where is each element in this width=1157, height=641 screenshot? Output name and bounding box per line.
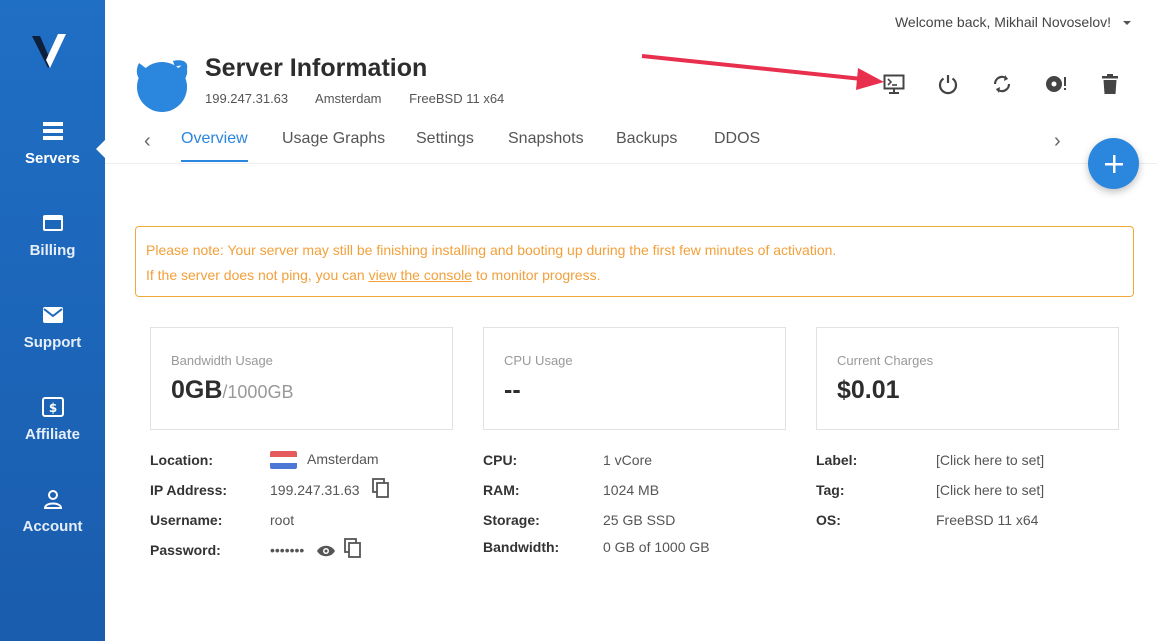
- server-os: FreeBSD 11 x64: [409, 91, 505, 106]
- sidebar-item-account[interactable]: Account: [0, 488, 105, 536]
- detail-value: 25 GB SSD: [603, 512, 676, 528]
- netherlands-flag-icon: [270, 451, 297, 470]
- detail-key: Bandwidth:: [483, 539, 560, 555]
- server-location: Amsterdam: [315, 91, 382, 106]
- notice-text: to monitor progress.: [472, 267, 601, 283]
- notice-text: If the server does not ping, you can: [146, 267, 369, 283]
- sidebar-item-servers[interactable]: Servers: [0, 120, 105, 168]
- detail-key: Username:: [150, 512, 223, 528]
- charges-card: Current Charges $0.01: [816, 327, 1119, 430]
- account-icon: [43, 490, 62, 509]
- plus-icon: [1104, 154, 1123, 173]
- cpu-card: CPU Usage --: [483, 327, 786, 430]
- caret-down-icon: [1123, 21, 1131, 26]
- freebsd-icon: [136, 60, 188, 112]
- console-icon: [883, 74, 905, 94]
- sidebar-item-label: Support: [23, 334, 82, 351]
- detail-value: FreeBSD 11 x64: [936, 512, 1039, 528]
- sidebar: Servers Billing Support $ Affiliate Acco…: [0, 0, 105, 641]
- copy-icon[interactable]: [344, 538, 362, 559]
- detail-key: Tag:: [816, 482, 845, 498]
- copy-icon[interactable]: [371, 478, 390, 499]
- detail-value: Amsterdam: [270, 451, 379, 470]
- detail-value: root: [270, 512, 295, 528]
- power-icon: [938, 75, 958, 95]
- support-icon: [42, 307, 63, 323]
- bandwidth-link[interactable]: 0 GB of 1000 GB: [603, 539, 710, 555]
- servers-icon: [42, 122, 63, 140]
- page-title: Server Information: [205, 54, 428, 82]
- detail-value: 1024 MB: [603, 482, 660, 498]
- set-label-link[interactable]: [Click here to set]: [936, 452, 1044, 468]
- password-masked: •••••••: [270, 542, 305, 558]
- divider: [105, 163, 1157, 164]
- tab-bar: ‹ Overview Usage Graphs Settings Snapsho…: [140, 122, 1080, 164]
- install-notice: Please note: Your server may still be fi…: [135, 226, 1134, 297]
- active-indicator: [96, 140, 105, 158]
- tab-ddos[interactable]: DDOS: [714, 130, 760, 160]
- server-ip: 199.247.31.63: [205, 91, 289, 106]
- restart-icon: [993, 75, 1011, 93]
- card-value: --: [504, 376, 521, 404]
- add-button[interactable]: [1088, 138, 1139, 189]
- bandwidth-limit: /1000GB: [222, 382, 294, 402]
- card-value: 0GB/1000GB: [171, 376, 432, 405]
- detail-value: 1 vCore: [603, 452, 653, 468]
- ip-value: 199.247.31.63: [270, 482, 360, 498]
- notice-line-2: If the server does not ping, you can vie…: [146, 263, 1123, 288]
- tab-backups[interactable]: Backups: [616, 130, 677, 160]
- sidebar-item-support[interactable]: Support: [0, 304, 105, 352]
- tab-overview[interactable]: Overview: [181, 130, 248, 162]
- detail-key: Password:: [150, 542, 221, 558]
- sidebar-item-label: Servers: [24, 150, 81, 167]
- restart-button[interactable]: [986, 70, 1018, 98]
- bandwidth-card: Bandwidth Usage 0GB/1000GB: [150, 327, 453, 430]
- sidebar-item-label: Account: [22, 518, 83, 535]
- sidebar-item-label: Affiliate: [24, 426, 80, 443]
- sidebar-item-billing[interactable]: Billing: [0, 212, 105, 260]
- power-button[interactable]: [932, 70, 964, 98]
- detail-key: Label:: [816, 452, 858, 468]
- trash-icon: [1102, 74, 1118, 94]
- delete-button[interactable]: [1094, 70, 1126, 98]
- detail-key: OS:: [816, 512, 841, 528]
- console-button[interactable]: [878, 70, 910, 98]
- detail-key: Storage:: [483, 512, 540, 528]
- bandwidth-used: 0GB: [171, 376, 223, 404]
- set-tag-link[interactable]: [Click here to set]: [936, 482, 1044, 498]
- chevron-right-icon[interactable]: ›: [1054, 130, 1061, 153]
- tab-usage-graphs[interactable]: Usage Graphs: [282, 130, 385, 160]
- card-value: $0.01: [837, 376, 900, 404]
- sidebar-item-affiliate[interactable]: $ Affiliate: [0, 396, 105, 444]
- svg-text:$: $: [48, 401, 56, 415]
- detail-key: IP Address:: [150, 482, 228, 498]
- billing-icon: [42, 215, 63, 231]
- view-console-link[interactable]: view the console: [369, 267, 473, 283]
- detail-key: RAM:: [483, 482, 520, 498]
- detail-value: 199.247.31.63: [270, 478, 390, 499]
- vultr-logo[interactable]: [28, 30, 72, 70]
- tab-settings[interactable]: Settings: [416, 130, 474, 160]
- welcome-text: Welcome back, Mikhail Novoselov!: [894, 14, 1111, 30]
- reinstall-button[interactable]: [1040, 70, 1072, 98]
- chevron-left-icon[interactable]: ‹: [144, 130, 151, 153]
- detail-value: •••••••: [270, 538, 362, 559]
- card-label: Bandwidth Usage: [171, 353, 273, 368]
- reinstall-icon: [1046, 76, 1066, 92]
- server-actions: [878, 70, 1148, 98]
- card-label: Current Charges: [837, 353, 934, 368]
- server-meta: 199.247.31.63 Amsterdam FreeBSD 11 x64: [205, 91, 528, 106]
- user-menu[interactable]: Welcome back, Mikhail Novoselov!: [895, 14, 1131, 30]
- tab-snapshots[interactable]: Snapshots: [508, 130, 584, 160]
- sidebar-item-label: Billing: [29, 242, 76, 259]
- detail-key: CPU:: [483, 452, 518, 468]
- detail-key: Location:: [150, 452, 213, 468]
- location-value: Amsterdam: [307, 451, 379, 467]
- affiliate-icon: $: [41, 397, 64, 417]
- eye-icon[interactable]: [316, 544, 336, 558]
- annotation-arrow: [641, 54, 884, 90]
- card-label: CPU Usage: [504, 353, 573, 368]
- notice-line-1: Please note: Your server may still be fi…: [146, 242, 837, 258]
